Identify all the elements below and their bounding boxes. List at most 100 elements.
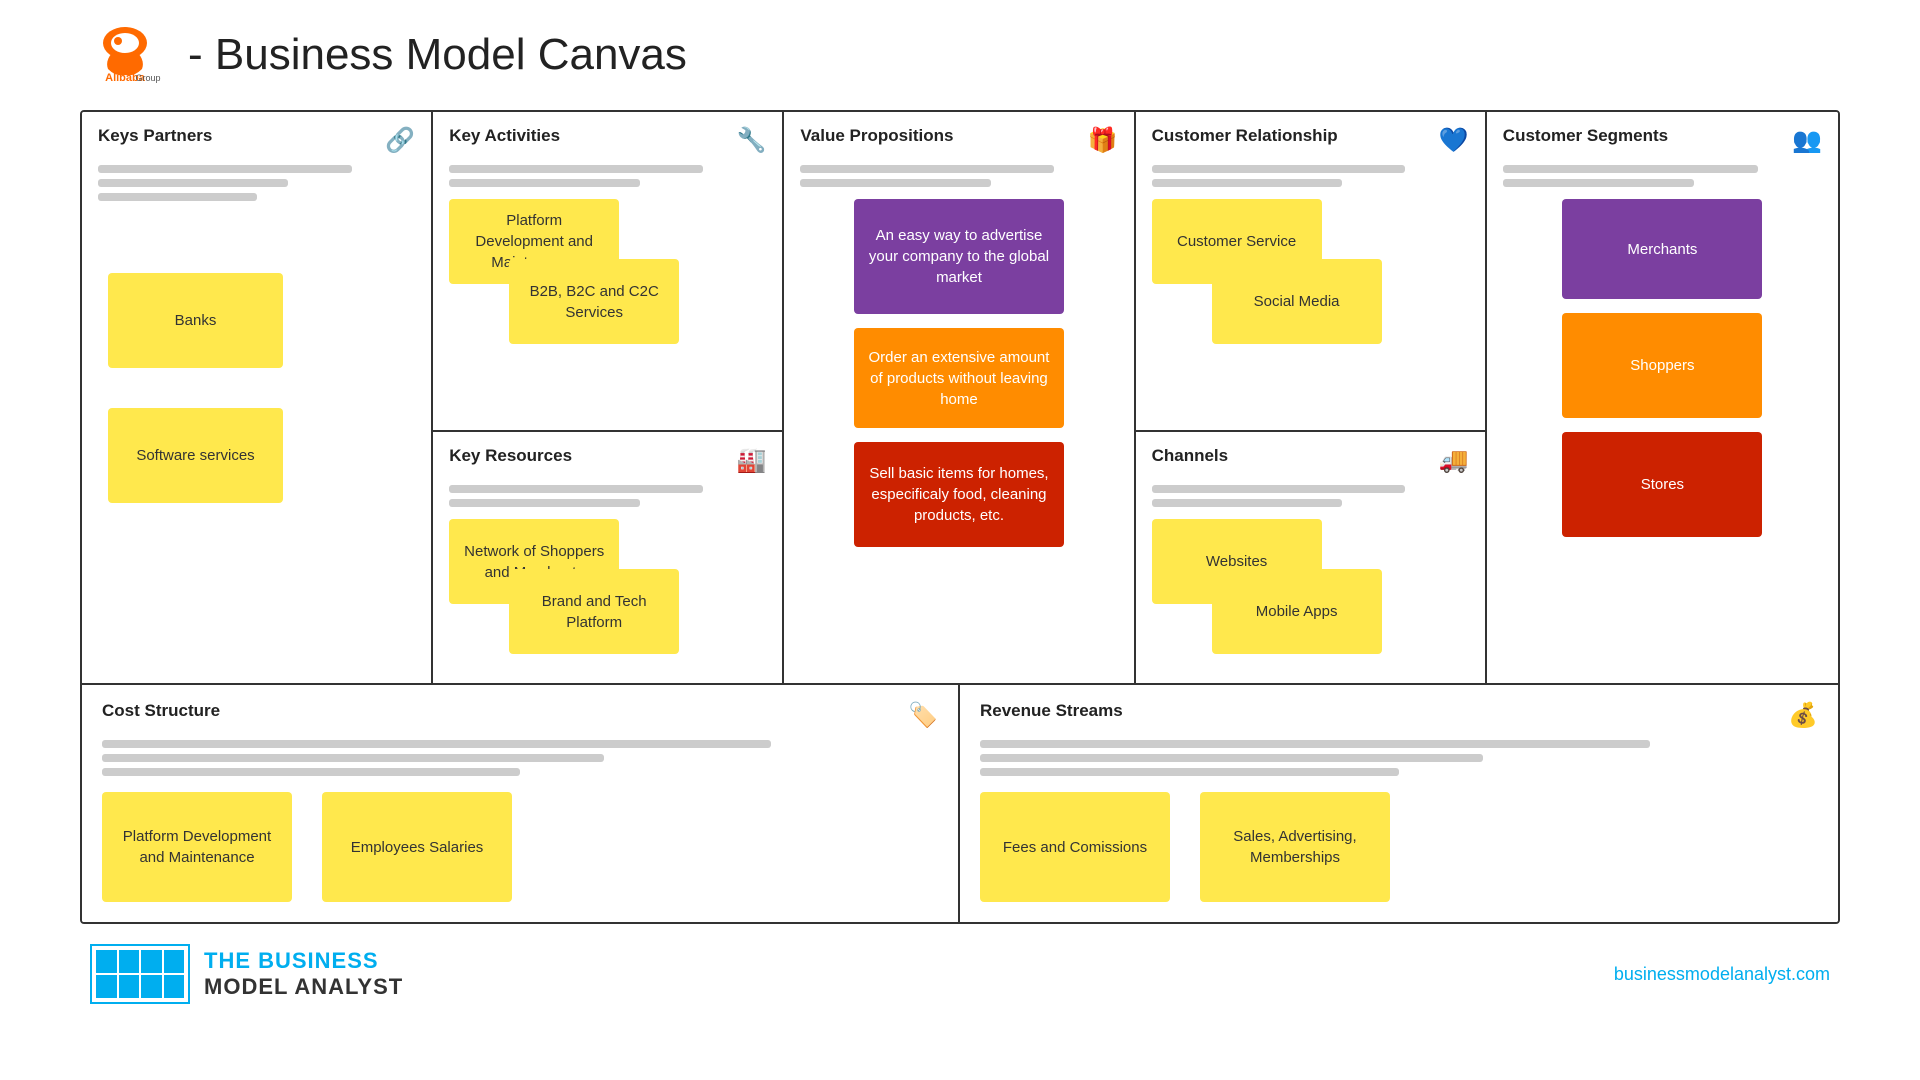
footer-brand-line2: MODEL ANALYST <box>204 974 403 1000</box>
placeholder-line <box>800 165 1054 173</box>
channels-title: Channels <box>1152 446 1229 466</box>
placeholder-line <box>1503 165 1758 173</box>
value-propositions-title: Value Propositions <box>800 126 953 146</box>
placeholder-line <box>98 165 352 173</box>
footer-url: businessmodelanalyst.com <box>1614 964 1830 985</box>
key-activities-section: Key Activities 🔧 Platform Development an… <box>433 112 782 432</box>
brand-card: Brand and Tech Platform <box>509 569 679 654</box>
key-resources-header: Key Resources 🏭 <box>449 446 766 475</box>
footer-logo-grid <box>90 944 190 1004</box>
keys-partners-title: Keys Partners <box>98 126 212 146</box>
revenue-streams-title: Revenue Streams <box>980 701 1123 721</box>
value-propositions-icon: 🎁 <box>1088 126 1118 155</box>
revenue-streams-icon: 💰 <box>1788 701 1818 730</box>
cs-placeholder <box>1503 165 1822 187</box>
cost-platform-card: Platform Development and Maintenance <box>102 792 292 902</box>
placeholder-line <box>980 768 1399 776</box>
banks-card: Banks <box>108 273 283 368</box>
placeholder-line <box>1152 485 1406 493</box>
cost-structure-icon: 🏷️ <box>908 701 938 730</box>
revenue-streams-section: Revenue Streams 💰 Fees and Comissions Sa… <box>960 685 1838 922</box>
footer-logo-cell <box>96 975 117 998</box>
keys-partners-placeholder <box>98 165 415 201</box>
placeholder-line <box>1503 179 1695 187</box>
logo: Alibaba Group <box>80 20 170 90</box>
key-resources-placeholder <box>449 485 766 507</box>
vp3-card: Sell basic items for homes, especificaly… <box>854 442 1064 547</box>
footer-logo-cell <box>164 950 185 973</box>
fees-card: Fees and Comissions <box>980 792 1170 902</box>
customer-relationship-title: Customer Relationship <box>1152 126 1338 146</box>
vp2-card: Order an extensive amount of products wi… <box>854 328 1064 428</box>
vp1-card: An easy way to advertise your company to… <box>854 199 1064 314</box>
software-services-card: Software services <box>108 408 283 503</box>
footer: THE BUSINESS MODEL ANALYST businessmodel… <box>80 944 1840 1004</box>
value-propositions-placeholder <box>800 165 1117 187</box>
key-resources-title: Key Resources <box>449 446 572 466</box>
header: Alibaba Group - Business Model Canvas <box>80 20 1840 90</box>
business-model-canvas: Keys Partners 🔗 Banks Software services <box>80 110 1840 924</box>
customer-segments-section: Customer Segments 👥 Merchants Shoppers S <box>1487 112 1838 683</box>
social-media-card: Social Media <box>1212 259 1382 344</box>
footer-logo-cell <box>96 950 117 973</box>
key-activities-title: Key Activities <box>449 126 560 146</box>
placeholder-line <box>800 179 990 187</box>
placeholder-line <box>980 754 1483 762</box>
footer-logo-cell <box>164 975 185 998</box>
key-activities-placeholder <box>449 165 766 187</box>
placeholder-line <box>102 740 771 748</box>
footer-logo-cell <box>119 975 140 998</box>
b2b-card: B2B, B2C and C2C Services <box>509 259 679 344</box>
customer-segments-header: Customer Segments 👥 <box>1503 126 1822 155</box>
channels-icon: 🚚 <box>1439 446 1469 475</box>
placeholder-line <box>449 179 639 187</box>
footer-logo-cell <box>119 950 140 973</box>
cost-placeholder <box>102 740 938 776</box>
placeholder-line <box>449 499 639 507</box>
keys-partners-header: Keys Partners 🔗 <box>98 126 415 155</box>
channels-placeholder <box>1152 485 1469 507</box>
placeholder-line <box>1152 179 1342 187</box>
placeholder-line <box>449 485 703 493</box>
merchants-card: Merchants <box>1562 199 1762 299</box>
customer-segments-title: Customer Segments <box>1503 126 1668 146</box>
value-propositions-header: Value Propositions 🎁 <box>800 126 1117 155</box>
footer-brand-line1: THE BUSINESS <box>204 948 403 974</box>
value-propositions-section: Value Propositions 🎁 An easy way to adve… <box>784 112 1135 683</box>
key-resources-section: Key Resources 🏭 Network of Shoppers and … <box>433 432 782 683</box>
shoppers-card: Shoppers <box>1562 313 1762 418</box>
cr-placeholder <box>1152 165 1469 187</box>
revenue-stickies: Fees and Comissions Sales, Advertising, … <box>980 792 1818 902</box>
revenue-streams-header: Revenue Streams 💰 <box>980 701 1818 730</box>
key-activities-icon: 🔧 <box>737 126 767 155</box>
sales-card: Sales, Advertising, Memberships <box>1200 792 1390 902</box>
channels-header: Channels 🚚 <box>1152 446 1469 475</box>
cost-employees-card: Employees Salaries <box>322 792 512 902</box>
channels-section: Channels 🚚 Websites Mobile Apps <box>1136 432 1485 683</box>
footer-brand-text: THE BUSINESS MODEL ANALYST <box>204 948 403 1000</box>
footer-logo-cell <box>141 950 162 973</box>
cost-structure-section: Cost Structure 🏷️ Platform Development a… <box>82 685 960 922</box>
key-activities-resources-section: Key Activities 🔧 Platform Development an… <box>433 112 784 683</box>
key-resources-icon: 🏭 <box>737 446 767 475</box>
customer-relationship-channels-section: Customer Relationship 💙 Customer Service… <box>1136 112 1487 683</box>
key-activities-header: Key Activities 🔧 <box>449 126 766 155</box>
placeholder-line <box>1152 165 1406 173</box>
placeholder-line <box>1152 499 1342 507</box>
keys-partners-section: Keys Partners 🔗 Banks Software services <box>82 112 433 683</box>
footer-logo-cell <box>141 975 162 998</box>
page-title: - Business Model Canvas <box>188 30 687 80</box>
cost-structure-header: Cost Structure 🏷️ <box>102 701 938 730</box>
stores-card: Stores <box>1562 432 1762 537</box>
alibaba-logo-svg: Alibaba Group <box>80 20 170 90</box>
placeholder-line <box>98 179 288 187</box>
customer-segments-icon: 👥 <box>1792 126 1822 155</box>
placeholder-line <box>980 740 1650 748</box>
customer-relationship-section: Customer Relationship 💙 Customer Service… <box>1136 112 1485 432</box>
cost-structure-title: Cost Structure <box>102 701 220 721</box>
placeholder-line <box>98 193 257 201</box>
keys-partners-icon: 🔗 <box>385 126 415 155</box>
svg-text:Group: Group <box>135 73 160 83</box>
mobile-apps-card: Mobile Apps <box>1212 569 1382 654</box>
customer-relationship-icon: 💙 <box>1439 126 1469 155</box>
